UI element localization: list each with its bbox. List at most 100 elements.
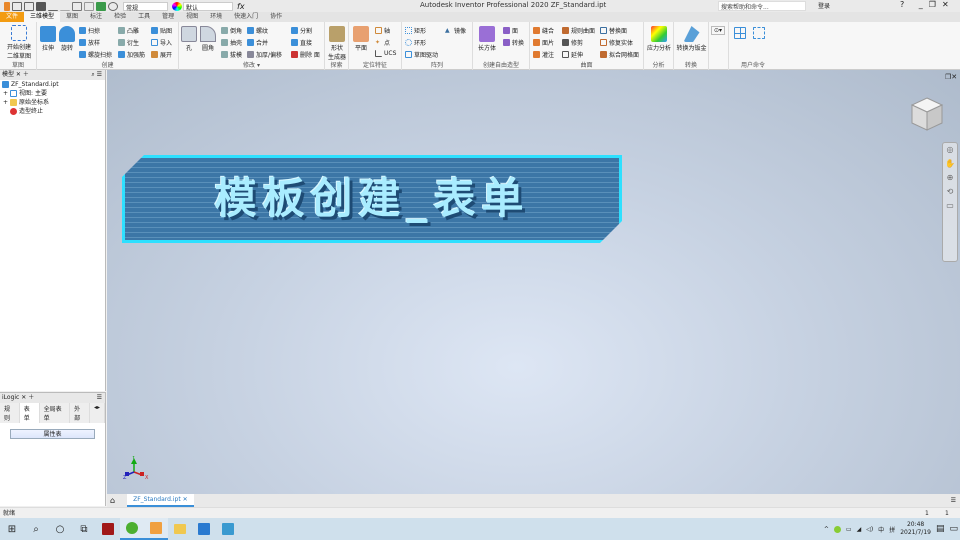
- direct-button[interactable]: 直接: [291, 38, 312, 47]
- tree-item-end-of-part[interactable]: 造型终止: [0, 107, 105, 116]
- document-tab[interactable]: ZF_Standard.ipt ✕: [127, 494, 194, 507]
- tab-manage[interactable]: 管理: [156, 12, 180, 22]
- help-search-input[interactable]: 搜索帮助和命令...: [718, 1, 806, 11]
- appearance-select[interactable]: 常规: [123, 1, 168, 12]
- fit-mesh-face-button[interactable]: 拟合网格面: [600, 50, 639, 59]
- select-icon[interactable]: [96, 1, 106, 11]
- tab-annotate[interactable]: 标注: [84, 12, 108, 22]
- loft-button[interactable]: 放样: [79, 38, 100, 47]
- action-center-icon[interactable]: ▭: [949, 524, 958, 534]
- tree-item-origin[interactable]: + 原始坐标系: [0, 98, 105, 107]
- navigation-bar[interactable]: ◎ ✋ ⊕ ⟲ ▭: [942, 142, 958, 262]
- ime-mode-icon[interactable]: 拼: [889, 525, 895, 534]
- home-tab-icon[interactable]: ⌂: [110, 496, 115, 505]
- delete-face-button[interactable]: 删除 面: [291, 50, 320, 59]
- tab-sketch[interactable]: 草图: [60, 12, 84, 22]
- tab-tools[interactable]: 工具: [132, 12, 156, 22]
- rib-button[interactable]: 加强筋: [118, 50, 145, 59]
- revolve-button[interactable]: 旋转: [58, 26, 76, 52]
- tab-environments[interactable]: 环境: [204, 12, 228, 22]
- viewcube-icon[interactable]: [910, 96, 944, 132]
- options-dropdown[interactable]: ⊙▾: [711, 26, 726, 35]
- patch-button[interactable]: 面片: [533, 38, 554, 47]
- repair-bodies-button[interactable]: 修复实体: [600, 38, 633, 47]
- notes-icon[interactable]: ▤: [936, 524, 945, 534]
- draft-button[interactable]: 拔模: [221, 50, 242, 59]
- undo-icon[interactable]: [48, 2, 58, 11]
- tab-file[interactable]: 文件: [0, 12, 25, 22]
- browser-menu-icon[interactable]: ⌕ ☰: [91, 70, 102, 80]
- restore-icon[interactable]: ❐: [929, 0, 942, 9]
- tab-rules[interactable]: 规则: [0, 403, 20, 423]
- browser-app-icon[interactable]: [120, 518, 144, 540]
- decal-button[interactable]: 贴图: [151, 26, 172, 35]
- redo-icon[interactable]: [60, 2, 70, 11]
- hole-button[interactable]: 孔: [180, 26, 198, 52]
- thicken-offset-button[interactable]: 加厚/偏移: [247, 50, 282, 59]
- extrude-button[interactable]: 拉伸: [39, 26, 57, 52]
- ucs-button[interactable]: UCS: [375, 50, 396, 57]
- window-controls[interactable]: ? _❐✕: [900, 0, 955, 9]
- tab-external[interactable]: 外部: [70, 403, 90, 423]
- clock[interactable]: 20:48 2021/7/19: [900, 521, 931, 537]
- tab-3d-model[interactable]: 三维模型: [24, 12, 61, 22]
- settings-icon[interactable]: [108, 1, 118, 11]
- axis-button[interactable]: 轴: [375, 26, 390, 35]
- start-2d-sketch-button[interactable]: 开始创建 二维草图: [3, 25, 35, 60]
- unwrap-button[interactable]: 展开: [151, 50, 172, 59]
- chamfer-button[interactable]: 倒角: [221, 26, 242, 35]
- stitch-button[interactable]: 缝合: [533, 26, 554, 35]
- battery-icon[interactable]: ▭: [846, 526, 852, 533]
- file-explorer-icon[interactable]: [168, 518, 192, 540]
- rectangular-pattern-button[interactable]: 矩形: [405, 26, 426, 35]
- material-select[interactable]: 默认: [183, 1, 233, 12]
- tab-global-forms[interactable]: 全局表单: [40, 403, 71, 423]
- tab-scroll-arrows[interactable]: ◂▸: [90, 403, 105, 423]
- cortana-icon[interactable]: ○: [48, 518, 72, 540]
- fillet-button[interactable]: 圆角: [199, 26, 217, 52]
- extend-button[interactable]: 延伸: [562, 50, 583, 59]
- tab-view[interactable]: 视图: [180, 12, 204, 22]
- volume-icon[interactable]: ◁): [866, 526, 873, 533]
- thread-button[interactable]: 螺纹: [247, 26, 268, 35]
- mirror-button[interactable]: ▲ 镜像: [445, 26, 466, 35]
- coil-button[interactable]: 螺旋扫掠: [79, 50, 112, 59]
- emboss-button[interactable]: 凸雕: [118, 26, 139, 35]
- tree-item-part[interactable]: ZF_Standard.ipt: [0, 80, 105, 89]
- open-icon[interactable]: [24, 1, 34, 11]
- derive-button[interactable]: 衍生: [118, 38, 139, 47]
- new-icon[interactable]: [12, 1, 22, 11]
- convert-button[interactable]: 转换: [503, 38, 524, 47]
- group-label[interactable]: 修改 ▾: [179, 60, 324, 69]
- point-button[interactable]: ✦ 点: [375, 38, 390, 47]
- home-icon[interactable]: [72, 1, 82, 11]
- plane-button[interactable]: 平面: [351, 26, 371, 52]
- shape-generator-button[interactable]: 形状 生成器: [327, 26, 347, 61]
- login-button[interactable]: 登录: [818, 1, 830, 10]
- inventor-app-icon[interactable]: [144, 518, 168, 540]
- sculpt-button[interactable]: 灌注: [533, 50, 554, 59]
- tray-chevron-icon[interactable]: ^: [824, 526, 829, 533]
- help-icon[interactable]: ?: [900, 0, 910, 9]
- close-icon[interactable]: ✕: [942, 0, 955, 9]
- tree-item-view[interactable]: + 视图: 主要: [0, 89, 105, 98]
- update-icon[interactable]: [84, 1, 94, 11]
- tab-menu-icon[interactable]: ☰: [951, 497, 956, 504]
- tray-app-icon[interactable]: [833, 525, 841, 533]
- shell-button[interactable]: 抽壳: [221, 38, 242, 47]
- trim-button[interactable]: 修剪: [562, 38, 583, 47]
- start-icon[interactable]: ⊞: [0, 518, 24, 540]
- color-wheel-icon[interactable]: [172, 1, 182, 11]
- tab-model[interactable]: 模型: [2, 71, 14, 78]
- user-command-1-button[interactable]: [734, 27, 746, 39]
- replace-face-button[interactable]: 替换面: [600, 26, 627, 35]
- minimize-icon[interactable]: _: [919, 0, 929, 9]
- task-view-icon[interactable]: ⧉: [72, 518, 96, 540]
- import-button[interactable]: 导入: [151, 38, 172, 47]
- tab-inspect[interactable]: 检验: [108, 12, 132, 22]
- user-command-2-button[interactable]: [753, 27, 765, 39]
- convert-to-sheet-metal-button[interactable]: 转换为钣金: [675, 26, 708, 52]
- app-red-icon[interactable]: [96, 518, 120, 540]
- property-table-button[interactable]: 属性表: [10, 429, 95, 439]
- face-button[interactable]: 面: [503, 26, 518, 35]
